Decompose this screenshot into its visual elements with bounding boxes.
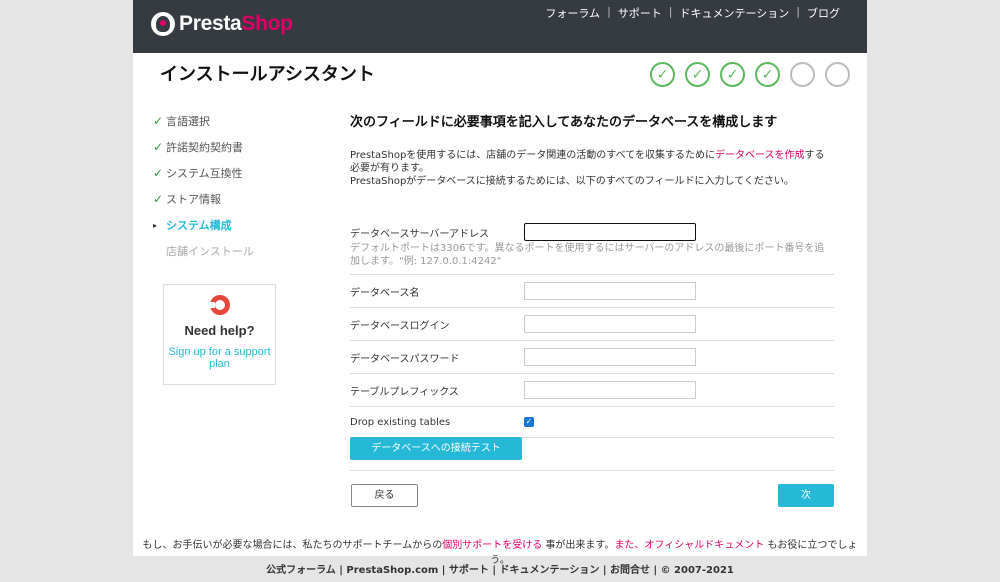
login-label: データベースログイン (350, 320, 450, 332)
form-row-server: データベースサーバーアドレス (350, 222, 834, 242)
official-docs-link[interactable]: また、オフィシャルドキュメント (614, 540, 764, 551)
sidebar-item-language: ✓ 言語選択 (153, 108, 303, 134)
form-row-server-hint: デフォルトポートは3306です。異なるポートを使用するにはサーバーのアドレスの最… (350, 242, 834, 275)
check-icon: ✓ (153, 140, 164, 154)
test-connection-button[interactable]: データベースへの接続テスト (350, 437, 522, 460)
form-row-dbname: データベース名 (350, 275, 834, 308)
sidebar-item-store-install: 店舗インストール (153, 238, 303, 264)
database-password-input[interactable] (524, 348, 696, 366)
form-row-password: データベースパスワード (350, 341, 834, 374)
sidebar: ✓ 言語選択 ✓ 許諾契約契約書 ✓ システム互換性 ✓ ストア情報 ▸ システム構成 店… (153, 108, 303, 264)
logo-text-presta: Presta (179, 12, 242, 35)
check-icon: ✓ (153, 166, 164, 180)
step-6-pending-icon (825, 62, 850, 87)
support-text-a: もし、お手伝いが必要な場合には、私たちのサポートチームからの (142, 540, 443, 551)
arrow-right-icon: ▸ (153, 220, 158, 230)
sidebar-item-label: システム互換性 (166, 167, 243, 180)
nav-forum[interactable]: フォーラム (538, 5, 607, 21)
next-button[interactable]: 次 (778, 484, 834, 507)
installer-frame: PrestaShop フォーラム | サポート | ドキュメンテーション | ブログ … (133, 0, 867, 566)
nav-blog[interactable]: ブログ (800, 5, 847, 21)
table-prefix-input[interactable] (524, 381, 696, 399)
database-name-input[interactable] (524, 282, 696, 300)
sidebar-item-label: システム構成 (166, 219, 232, 232)
main-content: 次のフィールドに必要事項を記入してあなたのデータベースを構成します Presta… (350, 108, 834, 471)
create-database-link[interactable]: データベースを作成 (715, 150, 805, 161)
sidebar-item-label: 許諾契約契約書 (166, 141, 243, 154)
back-button[interactable]: 戻る (351, 484, 418, 507)
logo-text-shop: Shop (241, 12, 293, 35)
step-2-done-icon: ✓ (685, 62, 710, 87)
form-row-prefix: テーブルプレフィックス (350, 374, 834, 407)
drop-tables-checkbox[interactable]: ✓ (524, 417, 534, 427)
top-nav: フォーラム | サポート | ドキュメンテーション | ブログ (538, 5, 847, 21)
sidebar-item-store-info: ✓ ストア情報 (153, 186, 303, 212)
step-5-pending-icon (790, 62, 815, 87)
logo[interactable]: PrestaShop (151, 12, 293, 36)
footer-links[interactable]: 公式フォーラム | PrestaShop.com | サポート | ドキュメンテ… (0, 561, 1000, 576)
sidebar-item-label: 言語選択 (166, 115, 210, 128)
support-plan-link[interactable]: Sign up for a support plan (164, 346, 275, 370)
form-row-drop-tables: Drop existing tables ✓ (350, 407, 834, 437)
dbname-label: データベース名 (350, 287, 420, 299)
step-4-done-icon: ✓ (755, 62, 780, 87)
server-label: データベースサーバーアドレス (350, 228, 489, 240)
logo-text: PrestaShop (179, 12, 293, 36)
drop-tables-label: Drop existing tables (350, 416, 451, 428)
password-label: データベースパスワード (350, 353, 460, 365)
page-title: インストールアシスタント (160, 64, 375, 85)
step-1-done-icon: ✓ (650, 62, 675, 87)
sidebar-item-label: ストア情報 (166, 193, 221, 206)
sidebar-item-license: ✓ 許諾契約契約書 (153, 134, 303, 160)
server-address-input[interactable] (524, 223, 696, 241)
header: PrestaShop フォーラム | サポート | ドキュメンテーション | ブログ (133, 0, 867, 53)
sidebar-item-label: 店舗インストール (166, 245, 254, 258)
nav-support[interactable]: サポート (611, 5, 669, 21)
support-text-b: 事が出来ます。 (542, 540, 615, 551)
form-row-login: データベースログイン (350, 308, 834, 341)
sidebar-item-compatibility: ✓ システム互換性 (153, 160, 303, 186)
check-icon: ✓ (153, 192, 164, 206)
prefix-label: テーブルプレフィックス (350, 386, 459, 398)
section-heading: 次のフィールドに必要事項を記入してあなたのデータベースを構成します (350, 115, 778, 130)
help-title: Need help? (184, 323, 255, 338)
help-box: Need help? Sign up for a support plan (163, 284, 276, 385)
database-login-input[interactable] (524, 315, 696, 333)
intro-text-2: PrestaShopがデータベースに接続するためには、以下のすべてのフィールドに… (350, 176, 794, 187)
individual-support-link[interactable]: 個別サポートを受ける (442, 540, 542, 551)
progress-steps: ✓ ✓ ✓ ✓ (650, 62, 860, 87)
step-3-done-icon: ✓ (720, 62, 745, 87)
intro-text: PrestaShopを使用するには、店舗のデータ関連の活動のすべてを収集するため… (350, 149, 830, 188)
database-form: データベースサーバーアドレス デフォルトポートは3306です。異なるポートを使用… (350, 222, 834, 471)
puffin-logo-icon (151, 12, 175, 36)
lifebuoy-icon (209, 295, 240, 315)
nav-docs[interactable]: ドキュメンテーション (673, 5, 797, 21)
form-row-test: データベースへの接続テスト (350, 437, 834, 471)
check-icon: ✓ (153, 114, 164, 128)
sidebar-item-system-config: ▸ システム構成 (153, 212, 303, 238)
server-hint: デフォルトポートは3306です。異なるポートを使用するにはサーバーのアドレスの最… (350, 243, 825, 267)
intro-text-1a: PrestaShopを使用するには、店舗のデータ関連の活動のすべてを収集するため… (350, 150, 716, 161)
